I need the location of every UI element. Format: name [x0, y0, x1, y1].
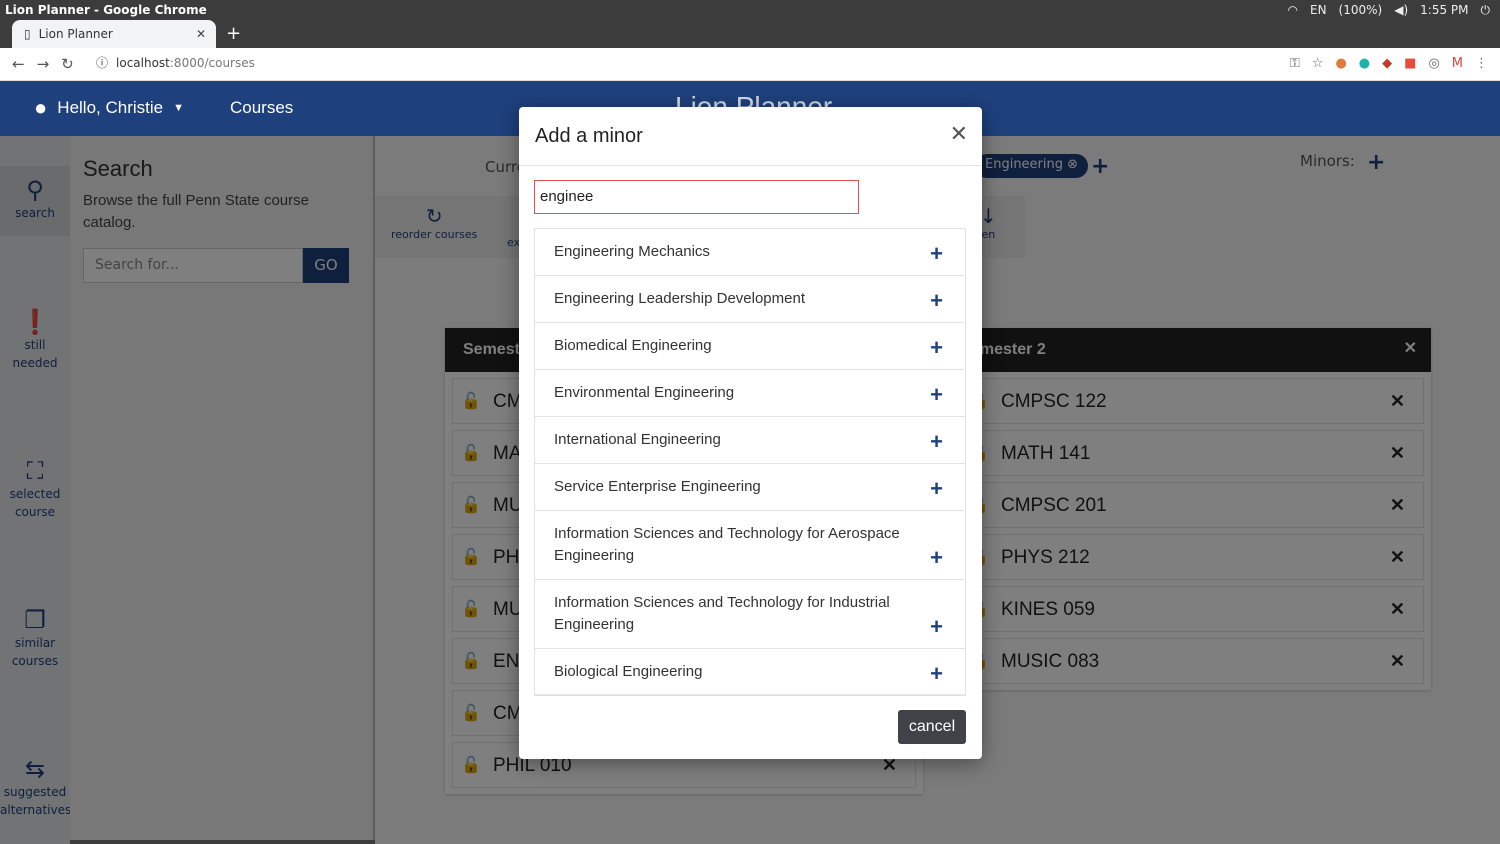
add-minor-plus-icon[interactable]: + — [930, 290, 943, 312]
modal-title: Add a minor — [535, 125, 643, 147]
extension-icon[interactable]: ■ — [1404, 56, 1416, 71]
minor-result-item[interactable]: Information Sciences and Technology for … — [534, 580, 966, 649]
page-icon: ▯ — [24, 27, 31, 41]
info-icon[interactable]: ⓘ — [96, 54, 108, 71]
user-menu[interactable]: ● Hello, Christie ▼ — [34, 95, 184, 121]
url-path: :8000/courses — [169, 55, 255, 70]
minor-result-item[interactable]: International Engineering + — [534, 417, 966, 464]
forward-icon[interactable]: → — [37, 55, 50, 73]
wifi-icon[interactable]: ◠ — [1288, 3, 1298, 17]
extension-icon[interactable]: ● — [1359, 56, 1370, 71]
address-bar-row: ← → ↻ ⓘ localhost:8000/courses ⚿ ☆ ● ● ◆… — [0, 48, 1500, 81]
gmail-icon[interactable]: M — [1452, 56, 1463, 71]
add-minor-plus-icon[interactable]: + — [930, 337, 943, 359]
divider — [534, 694, 966, 695]
courses-link[interactable]: Courses — [230, 98, 293, 118]
extension-icon[interactable]: ● — [1335, 56, 1346, 71]
minor-search-input[interactable]: enginee — [534, 180, 859, 214]
minor-name: Biomedical Engineering — [554, 337, 712, 354]
minor-result-item[interactable]: Service Enterprise Engineering + — [534, 464, 966, 511]
extension-icon[interactable]: ◎ — [1428, 56, 1439, 71]
minor-results-list: Engineering Mechanics + Engineering Leader… — [534, 228, 966, 696]
add-minor-plus-icon[interactable]: + — [930, 663, 943, 685]
window-title: Lion Planner - Google Chrome — [5, 3, 207, 17]
caret-down-icon: ▼ — [173, 102, 184, 114]
minor-name: Information Sciences and Technology for … — [554, 594, 890, 633]
clock[interactable]: 1:55 PM — [1420, 3, 1468, 17]
minor-name: Engineering Leadership Development — [554, 290, 806, 307]
greeting: Hello, Christie — [57, 98, 164, 117]
user-avatar-icon: ● — [34, 95, 48, 120]
minor-name: International Engineering — [554, 431, 721, 448]
star-icon[interactable]: ☆ — [1312, 56, 1324, 71]
minor-result-item[interactable]: Biological Engineering + — [534, 649, 966, 696]
minor-name: Environmental Engineering — [554, 384, 735, 401]
add-minor-plus-icon[interactable]: + — [930, 547, 943, 569]
new-tab-button[interactable]: + — [226, 23, 241, 44]
power-icon[interactable]: ⏻ — [1481, 3, 1491, 18]
os-title-bar: Lion Planner - Google Chrome ◠ EN (100%)… — [0, 0, 1500, 20]
volume-icon[interactable]: ◀) — [1394, 3, 1408, 17]
minor-name: Engineering Mechanics — [554, 243, 710, 260]
minor-result-item[interactable]: Engineering Leadership Development + — [534, 276, 966, 323]
add-minor-plus-icon[interactable]: + — [930, 384, 943, 406]
minor-name: Information Sciences and Technology for … — [554, 525, 900, 564]
system-tray: ◠ EN (100%) ◀) 1:55 PM ⏻ — [1288, 0, 1491, 20]
battery-indicator[interactable]: (100%) — [1339, 3, 1383, 17]
cancel-button[interactable]: cancel — [898, 710, 966, 744]
key-icon[interactable]: ⚿ — [1290, 56, 1300, 71]
minor-name: Service Enterprise Engineering — [554, 478, 761, 495]
url-field[interactable]: ⓘ localhost:8000/courses — [96, 54, 255, 71]
reload-icon[interactable]: ↻ — [61, 55, 74, 73]
url-host: localhost — [116, 55, 170, 70]
language-indicator[interactable]: EN — [1310, 3, 1327, 17]
add-minor-modal: Add a minor ✕ enginee Engineering Mechan… — [519, 107, 982, 759]
add-minor-plus-icon[interactable]: + — [930, 431, 943, 453]
browser-tab[interactable]: ▯ Lion Planner ✕ — [12, 20, 216, 48]
minor-result-item[interactable]: Biomedical Engineering + — [534, 323, 966, 370]
close-tab-icon[interactable]: ✕ — [196, 27, 206, 41]
minor-result-item[interactable]: Information Sciences and Technology for … — [534, 511, 966, 580]
back-icon[interactable]: ← — [12, 55, 25, 73]
tab-strip: ▯ Lion Planner ✕ + — [0, 20, 1500, 48]
add-minor-plus-icon[interactable]: + — [930, 616, 943, 638]
divider — [519, 165, 982, 166]
minor-result-item[interactable]: Engineering Mechanics + — [534, 228, 966, 276]
menu-icon[interactable]: ⋮ — [1475, 56, 1488, 71]
minor-result-item[interactable]: Environmental Engineering + — [534, 370, 966, 417]
tab-title: Lion Planner — [38, 27, 113, 41]
minor-name: Biological Engineering — [554, 663, 703, 680]
extensions-area: ⚿ ☆ ● ● ◆ ■ ◎ M ⋮ — [1290, 56, 1488, 71]
close-icon[interactable]: ✕ — [950, 122, 968, 147]
add-minor-plus-icon[interactable]: + — [930, 478, 943, 500]
add-minor-plus-icon[interactable]: + — [930, 243, 943, 265]
shield-icon[interactable]: ◆ — [1382, 56, 1392, 71]
